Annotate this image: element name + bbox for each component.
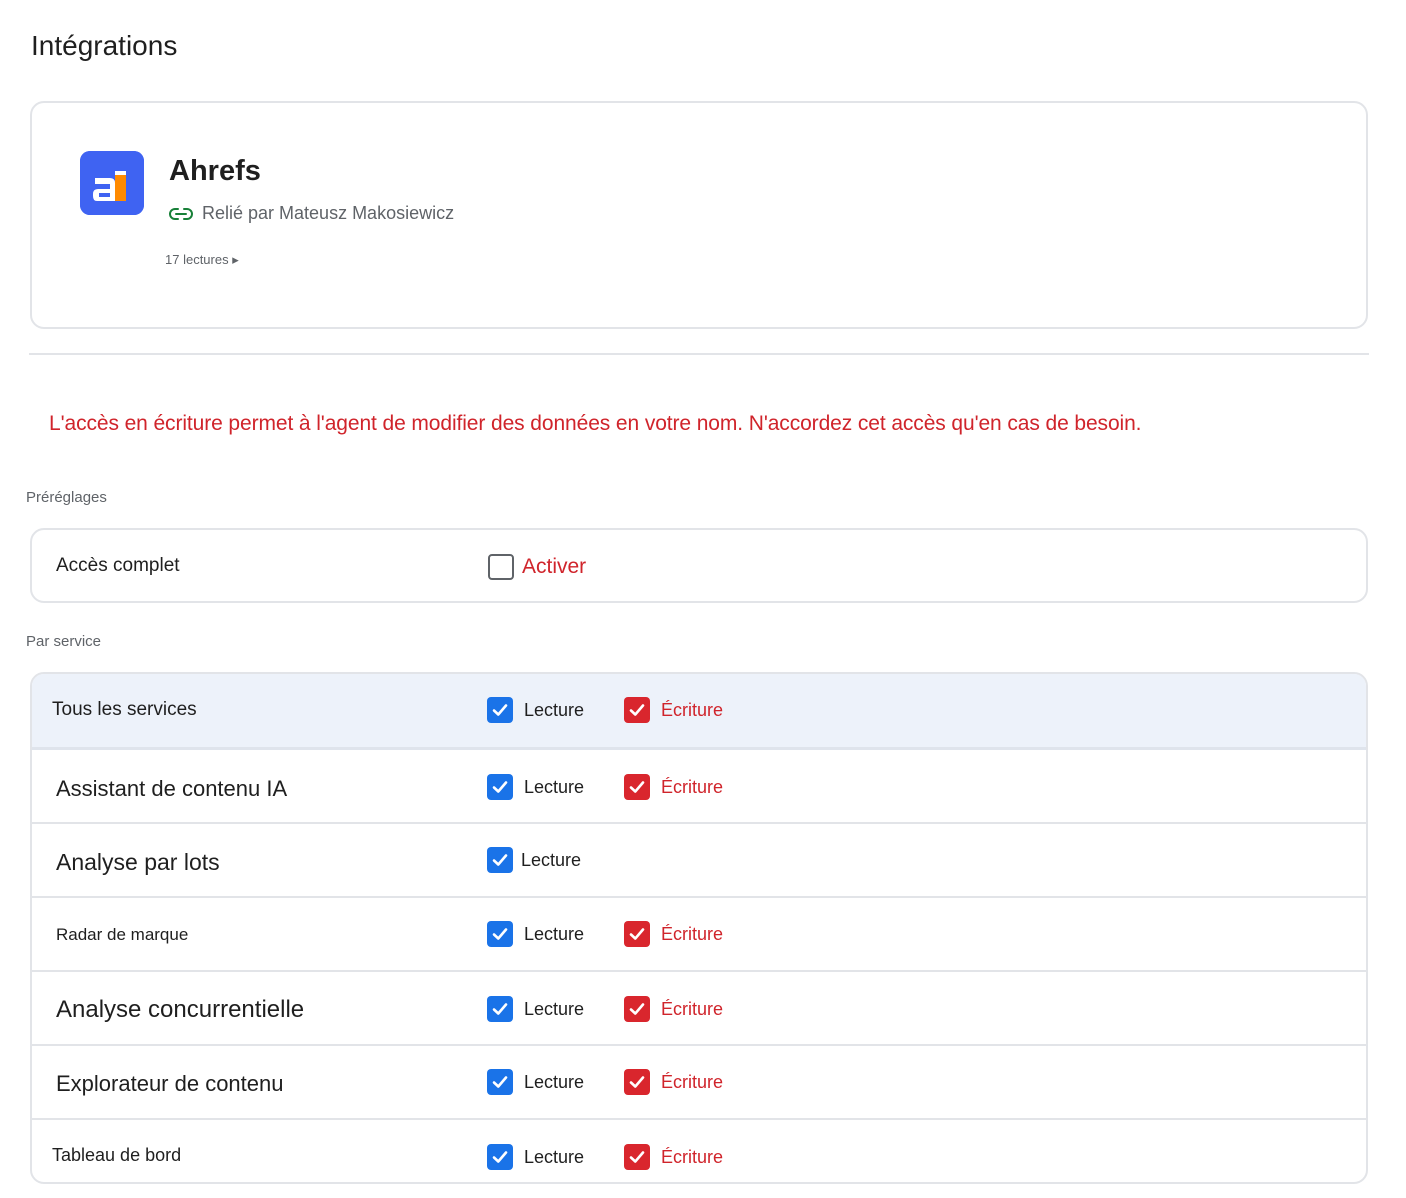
read-toggle[interactable]: Lecture [487,996,584,1022]
service-row: Assistant de contenu IA Lecture Écriture [32,750,1366,824]
checkmark-icon [492,854,508,866]
integration-name: Ahrefs [169,155,261,187]
read-checkbox[interactable] [487,774,513,800]
service-row-all: Tous les services Lecture Écriture [32,674,1366,750]
checkmark-icon [492,1076,508,1088]
service-name: Radar de marque [56,925,189,944]
checkmark-icon [492,781,508,793]
write-label: Écriture [661,776,724,797]
write-toggle[interactable]: Écriture [624,921,723,947]
read-toggle[interactable]: Lecture [487,1144,584,1170]
link-icon [169,207,193,221]
preset-full-access: Accès complet Activer [30,528,1368,603]
read-label: Lecture [524,1146,585,1167]
write-access-warning: L'accès en écriture permet à l'agent de … [49,412,1142,435]
read-checkbox[interactable] [487,697,513,723]
checkmark-icon [629,928,645,940]
full-access-checkbox[interactable] [488,554,514,580]
read-toggle[interactable]: Lecture [487,847,581,873]
write-label: Écriture [661,923,724,944]
read-label: Lecture [524,923,585,944]
ahrefs-logo-icon [80,151,144,215]
service-name: Analyse par lots [56,849,220,875]
write-checkbox[interactable] [624,1144,650,1170]
service-row: Explorateur de contenu Lecture Écriture [32,1046,1366,1120]
write-checkbox[interactable] [624,996,650,1022]
write-checkbox[interactable] [624,1069,650,1095]
read-checkbox[interactable] [487,996,513,1022]
checkmark-icon [492,1151,508,1163]
service-name: Tous les services [52,699,197,720]
service-name: Explorateur de contenu [56,1071,284,1096]
checkmark-icon [492,704,508,716]
linked-by-text: Relié par Mateusz Makosiewicz [202,203,455,223]
reads-count-link[interactable]: 17 lectures ▸ [165,252,239,268]
write-toggle[interactable]: Écriture [624,697,723,723]
services-section-label: Par service [26,633,102,650]
full-access-label: Accès complet [56,555,180,576]
checkmark-icon [492,928,508,940]
presets-section-label: Préréglages [26,489,107,506]
write-label: Écriture [661,699,724,720]
read-label: Lecture [524,699,585,720]
write-label: Écriture [661,998,724,1019]
checkmark-icon [629,1151,645,1163]
service-row: Tableau de bord Lecture Écriture [32,1120,1366,1182]
integration-card: Ahrefs Relié par Mateusz Makosiewicz 17 … [30,101,1368,329]
service-row: Radar de marque Lecture Écriture [32,898,1366,972]
write-toggle[interactable]: Écriture [624,774,723,800]
checkmark-icon [629,781,645,793]
read-label: Lecture [521,849,582,870]
write-toggle[interactable]: Écriture [624,1069,723,1095]
write-checkbox[interactable] [624,921,650,947]
write-label: Écriture [661,1071,724,1092]
full-access-toggle[interactable]: Activer [488,554,586,580]
read-label: Lecture [524,1071,585,1092]
checkmark-icon [629,1003,645,1015]
read-toggle[interactable]: Lecture [487,921,584,947]
activate-label: Activer [522,555,587,578]
service-name: Tableau de bord [52,1145,182,1165]
service-name: Assistant de contenu IA [56,776,288,801]
read-toggle[interactable]: Lecture [487,1069,584,1095]
read-toggle[interactable]: Lecture [487,774,584,800]
service-name: Analyse concurrentielle [56,996,305,1023]
write-checkbox[interactable] [624,774,650,800]
read-checkbox[interactable] [487,847,513,873]
read-checkbox[interactable] [487,921,513,947]
checkmark-icon [492,1003,508,1015]
checkmark-icon [629,1076,645,1088]
write-toggle[interactable]: Écriture [624,1144,723,1170]
divider [29,353,1369,355]
read-label: Lecture [524,776,585,797]
linked-status: Relié par Mateusz Makosiewicz [169,203,454,224]
page-title: Intégrations [31,30,178,61]
read-toggle[interactable]: Lecture [487,697,584,723]
checkmark-icon [629,704,645,716]
service-row: Analyse concurrentielle Lecture Écriture [32,972,1366,1046]
write-label: Écriture [661,1146,724,1167]
services-table: Tous les services Lecture Écriture Assis… [30,672,1368,1184]
read-label: Lecture [524,998,585,1019]
read-checkbox[interactable] [487,1069,513,1095]
service-row: Analyse par lots Lecture [32,824,1366,898]
write-toggle[interactable]: Écriture [624,996,723,1022]
read-checkbox[interactable] [487,1144,513,1170]
write-checkbox[interactable] [624,697,650,723]
